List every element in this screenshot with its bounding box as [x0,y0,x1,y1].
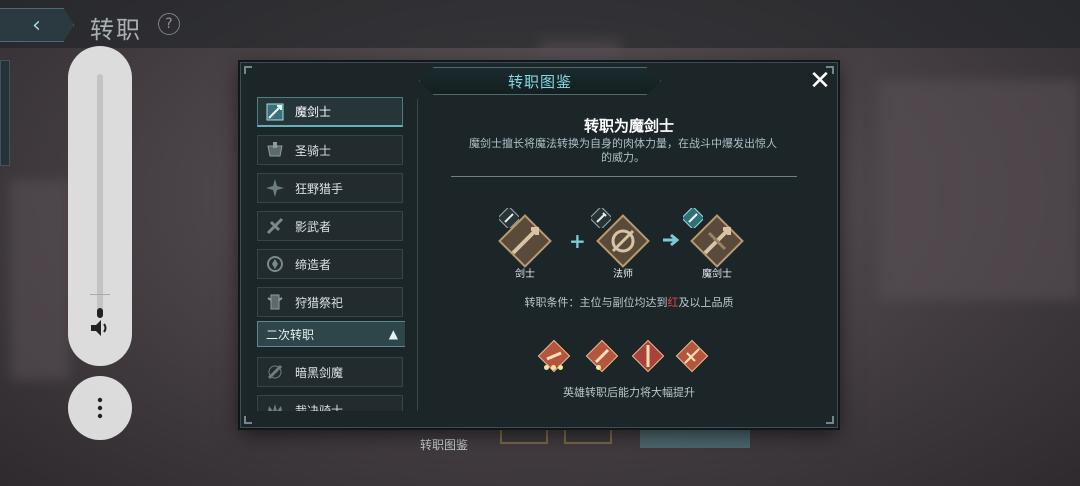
speaker-icon[interactable] [88,316,112,340]
job-item-hunting-priest[interactable]: 狩猎祭祀 [257,287,403,317]
mage-emblem-icon [593,211,653,271]
job-item-label: 裁决骑士 [295,403,344,412]
job-item-label: 狂野猎手 [295,181,344,196]
gear-crystal-icon [264,253,286,275]
close-button[interactable]: ✕ [807,68,833,94]
back-button[interactable]: ‹ [0,8,74,42]
background-blur-shape [880,80,1080,300]
magic-swordsman-label: 魔剑士 [702,269,732,280]
job-item-label: 影武者 [295,219,332,234]
star-dots [596,365,601,371]
shadow-blade-icon [264,215,286,237]
job-item-label: 圣骑士 [295,143,332,158]
volume-divider [90,294,110,295]
condition-text: 及以上品质 [678,296,734,309]
dialog-title-tab: 转职图鉴 [419,67,661,95]
quality-tier-icon [675,339,709,373]
page-title: 转职 [90,16,142,44]
more-options-button[interactable] [68,376,132,440]
back-arrow-icon: ‹ [32,12,41,38]
second-job-section-header[interactable]: 二次转职 ▲ [257,321,405,347]
volume-slider-track[interactable] [97,74,103,318]
corner-decoration [826,416,834,424]
background-blur-shape [10,180,70,380]
help-icon[interactable]: ? [158,13,180,35]
swordsman-label: 剑士 [515,269,535,280]
mage-label: 法师 [613,269,633,280]
plus-icon: + [569,229,586,253]
condition-highlight: 红 [667,296,679,309]
sidebar-divider [417,99,418,411]
totem-icon [264,291,286,313]
job-item-wild-hunter[interactable]: 狂野猎手 [257,173,403,203]
job-item-label: 缔造者 [295,257,332,272]
content-divider [451,176,797,177]
job-item-label: 狩猎祭祀 [295,295,344,310]
job-title: 转职为魔剑士 [583,117,674,135]
quality-note: 英雄转职后能力将大幅提升 [563,386,695,399]
corner-decoration [244,416,252,424]
volume-panel[interactable] [68,46,132,366]
dialog-title: 转职图鉴 [507,72,572,91]
condition-text: 转职条件：主位与副位均达到 [524,296,668,309]
side-panel-edge [0,60,10,166]
crown-icon [264,399,286,411]
dark-sword-icon [264,361,286,383]
quality-tier-icon [631,339,665,373]
section-header-label: 二次转职 [266,327,315,342]
job-item-paladin[interactable]: 圣骑士 [257,135,403,165]
job-item-creator[interactable]: 缔造者 [257,249,403,279]
shuriken-icon [264,177,286,199]
bottom-tab-label[interactable]: 转职图鉴 [420,436,468,453]
more-vertical-icon [97,397,103,419]
job-condition: 转职条件：主位与副位均达到红及以上品质 [419,294,839,310]
job-codex-dialog: 转职图鉴 ✕ 魔剑士 圣骑士 狂野猎手 影武者 缔造者 狩猎祭祀 二次转职 ▲ … [240,62,838,428]
magic-swordsman-emblem-icon [687,211,747,271]
job-item-dark-sword-demon[interactable]: 暗黑剑魔 [257,357,403,387]
bottom-action-button[interactable] [640,426,750,448]
job-list[interactable]: 魔剑士 圣骑士 狂野猎手 影武者 缔造者 狩猎祭祀 二次转职 ▲ 暗黑剑魔 裁决… [257,97,405,411]
magic-sword-icon [264,101,286,123]
job-item-judgment-knight[interactable]: 裁决骑士 [257,395,403,411]
arrow-right-icon [663,233,680,247]
swordsman-emblem-icon [495,211,555,271]
job-item-shadow-warrior[interactable]: 影武者 [257,211,403,241]
corner-decoration [244,66,252,74]
chevron-up-icon: ▲ [388,327,398,341]
quality-tier-icon [585,339,619,373]
job-description: 魔剑士擅长将魔法转换为自身的肉体力量，在战斗中爆发出惊人的威力。 [469,137,777,164]
paladin-helmet-icon [264,139,286,161]
job-item-label: 暗黑剑魔 [295,365,344,380]
job-item-magic-swordsman[interactable]: 魔剑士 [257,97,403,127]
star-dots [544,365,563,371]
job-item-label: 魔剑士 [295,105,332,119]
